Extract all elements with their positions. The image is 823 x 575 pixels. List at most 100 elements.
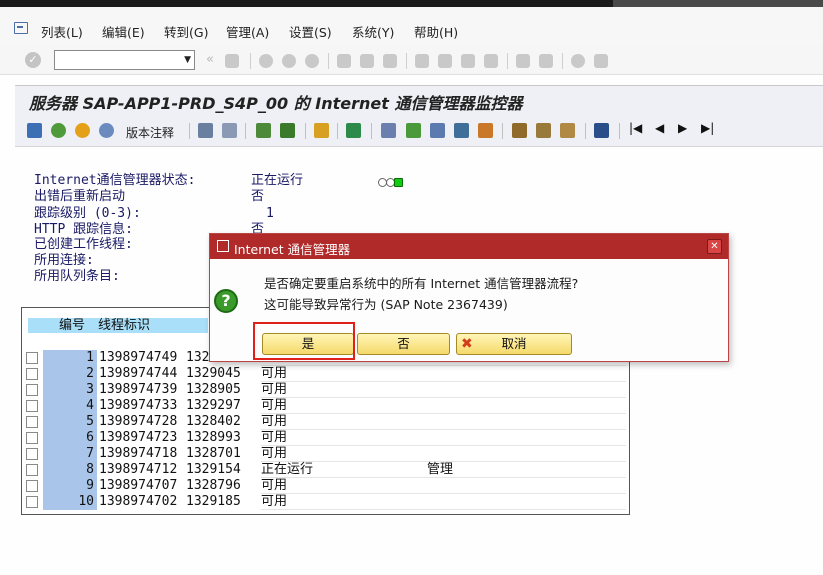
cancel-label: 取消 [501, 336, 527, 351]
row-thread-id: 1398974728 [99, 414, 178, 429]
stop-icon[interactable] [75, 123, 90, 138]
layout-save-icon[interactable] [560, 123, 575, 138]
toolbar-separator [562, 53, 563, 69]
enter-icon[interactable]: ✓ [25, 52, 41, 68]
menu-edit[interactable]: 编辑(E) [102, 22, 145, 41]
save-icon[interactable] [225, 54, 239, 68]
info-icon[interactable] [594, 123, 609, 138]
filter-icon[interactable] [280, 123, 295, 138]
standard-toolbar: ✓ ▼ « [0, 45, 823, 75]
row-user: 管理 [427, 462, 454, 477]
table-row[interactable]: 10 1398974702 1329185 可用 [26, 494, 626, 510]
close-icon[interactable]: ✕ [707, 239, 722, 254]
table-row[interactable]: 6 1398974723 1328993 可用 [26, 430, 626, 446]
row-checkbox[interactable] [26, 448, 38, 460]
prev-page-icon[interactable] [438, 54, 452, 68]
header-number[interactable]: 编号 [59, 318, 85, 333]
last-page-icon[interactable]: ▶| [701, 121, 714, 135]
export-icon[interactable] [381, 123, 396, 138]
menu-goto[interactable]: 转到(G) [164, 22, 208, 41]
restart-icon[interactable] [99, 123, 114, 138]
collapse-chevron-icon[interactable]: « [206, 52, 214, 67]
refresh-icon[interactable] [51, 123, 66, 138]
find-icon[interactable] [360, 54, 374, 68]
menu-manage[interactable]: 管理(A) [226, 22, 269, 41]
table-row[interactable]: 2 1398974744 1329045 可用 [26, 366, 626, 382]
row-checkbox[interactable] [26, 464, 38, 476]
chevron-down-icon[interactable]: ▼ [184, 55, 191, 65]
row-checkbox[interactable] [26, 384, 38, 396]
first-page-icon[interactable] [415, 54, 429, 68]
word-icon[interactable] [430, 123, 445, 138]
toolbar-separator [189, 123, 190, 139]
row-number: 9 [43, 478, 97, 494]
table-row[interactable]: 3 1398974739 1328905 可用 [26, 382, 626, 398]
abc-icon[interactable] [478, 123, 493, 138]
sum-icon[interactable] [346, 123, 361, 138]
row-checkbox[interactable] [26, 432, 38, 444]
spreadsheet-icon[interactable] [406, 123, 421, 138]
row-checkbox[interactable] [26, 496, 38, 508]
first-page-icon[interactable]: |◀ [629, 121, 642, 135]
row-status: 正在运行 [261, 462, 314, 477]
row-status: 可用 [261, 398, 288, 413]
table-row[interactable]: 4 1398974733 1329297 可用 [26, 398, 626, 414]
row-checkbox[interactable] [26, 480, 38, 492]
prev-page-icon[interactable]: ◀ [655, 121, 664, 135]
cancel-button[interactable]: ✖ 取消 [456, 333, 572, 355]
menu-settings[interactable]: 设置(S) [289, 22, 332, 41]
layout-icon[interactable] [594, 54, 608, 68]
row-process-id: 1328905 [186, 382, 241, 397]
status-value: 正在运行 [251, 173, 304, 188]
release-notes-button[interactable]: 版本注释 [126, 124, 174, 141]
shortcut-icon[interactable] [539, 54, 553, 68]
toolbar-separator [250, 53, 251, 69]
back-icon[interactable] [259, 54, 273, 68]
worker-threads-label: 已创建工作线程: [34, 237, 133, 252]
no-button[interactable]: 否 [357, 333, 450, 355]
header-thread-id[interactable]: 线程标识 [98, 318, 150, 333]
row-status: 可用 [261, 494, 288, 509]
layout-choose-icon[interactable] [512, 123, 527, 138]
next-page-icon[interactable] [461, 54, 475, 68]
window-top-strip-right [613, 0, 823, 7]
title-area: 服务器 SAP-APP1-PRD_S4P_00 的 Internet 通信管理器… [15, 85, 823, 115]
row-checkbox[interactable] [26, 400, 38, 412]
graphic-icon[interactable] [454, 123, 469, 138]
find-next-icon[interactable] [383, 54, 397, 68]
edit-icon[interactable] [198, 123, 213, 138]
cancel-icon[interactable] [305, 54, 319, 68]
print-icon[interactable] [337, 54, 351, 68]
table-row[interactable]: 9 1398974707 1328796 可用 [26, 478, 626, 494]
toolbar-separator [305, 123, 306, 139]
table-row[interactable]: 7 1398974718 1328701 可用 [26, 446, 626, 462]
display-icon[interactable] [222, 123, 237, 138]
row-process-id: 1329297 [186, 398, 241, 413]
menu-system[interactable]: 系统(Y) [352, 22, 394, 41]
row-checkbox[interactable] [26, 368, 38, 380]
traffic-light-green [394, 178, 403, 187]
menu-icon[interactable] [14, 22, 28, 34]
sort-ascending-icon[interactable] [256, 123, 271, 138]
row-checkbox[interactable] [26, 416, 38, 428]
layout-change-icon[interactable] [536, 123, 551, 138]
toolbar-separator [406, 53, 407, 69]
row-status: 可用 [261, 382, 288, 397]
command-field[interactable]: ▼ [54, 50, 195, 70]
details-icon[interactable] [27, 123, 42, 138]
table-row[interactable]: 5 1398974728 1328402 可用 [26, 414, 626, 430]
row-checkbox[interactable] [26, 352, 38, 364]
page-title: 服务器 SAP-APP1-PRD_S4P_00 的 Internet 通信管理器… [29, 94, 523, 113]
table-row[interactable]: 8 1398974712 1329154 正在运行 管理 [26, 462, 626, 478]
help-icon[interactable] [571, 54, 585, 68]
last-page-icon[interactable] [484, 54, 498, 68]
exit-icon[interactable] [282, 54, 296, 68]
cut-icon[interactable] [314, 123, 329, 138]
dialog-message: 是否确定要重启系统中的所有 Internet 通信管理器流程? [264, 276, 579, 291]
row-thread-id: 1398974733 [99, 398, 178, 413]
next-page-icon[interactable]: ▶ [678, 121, 687, 135]
menu-list[interactable]: 列表(L) [41, 22, 83, 41]
new-session-icon[interactable] [516, 54, 530, 68]
row-process-id: 1329154 [186, 462, 241, 477]
menu-help[interactable]: 帮助(H) [414, 22, 458, 41]
